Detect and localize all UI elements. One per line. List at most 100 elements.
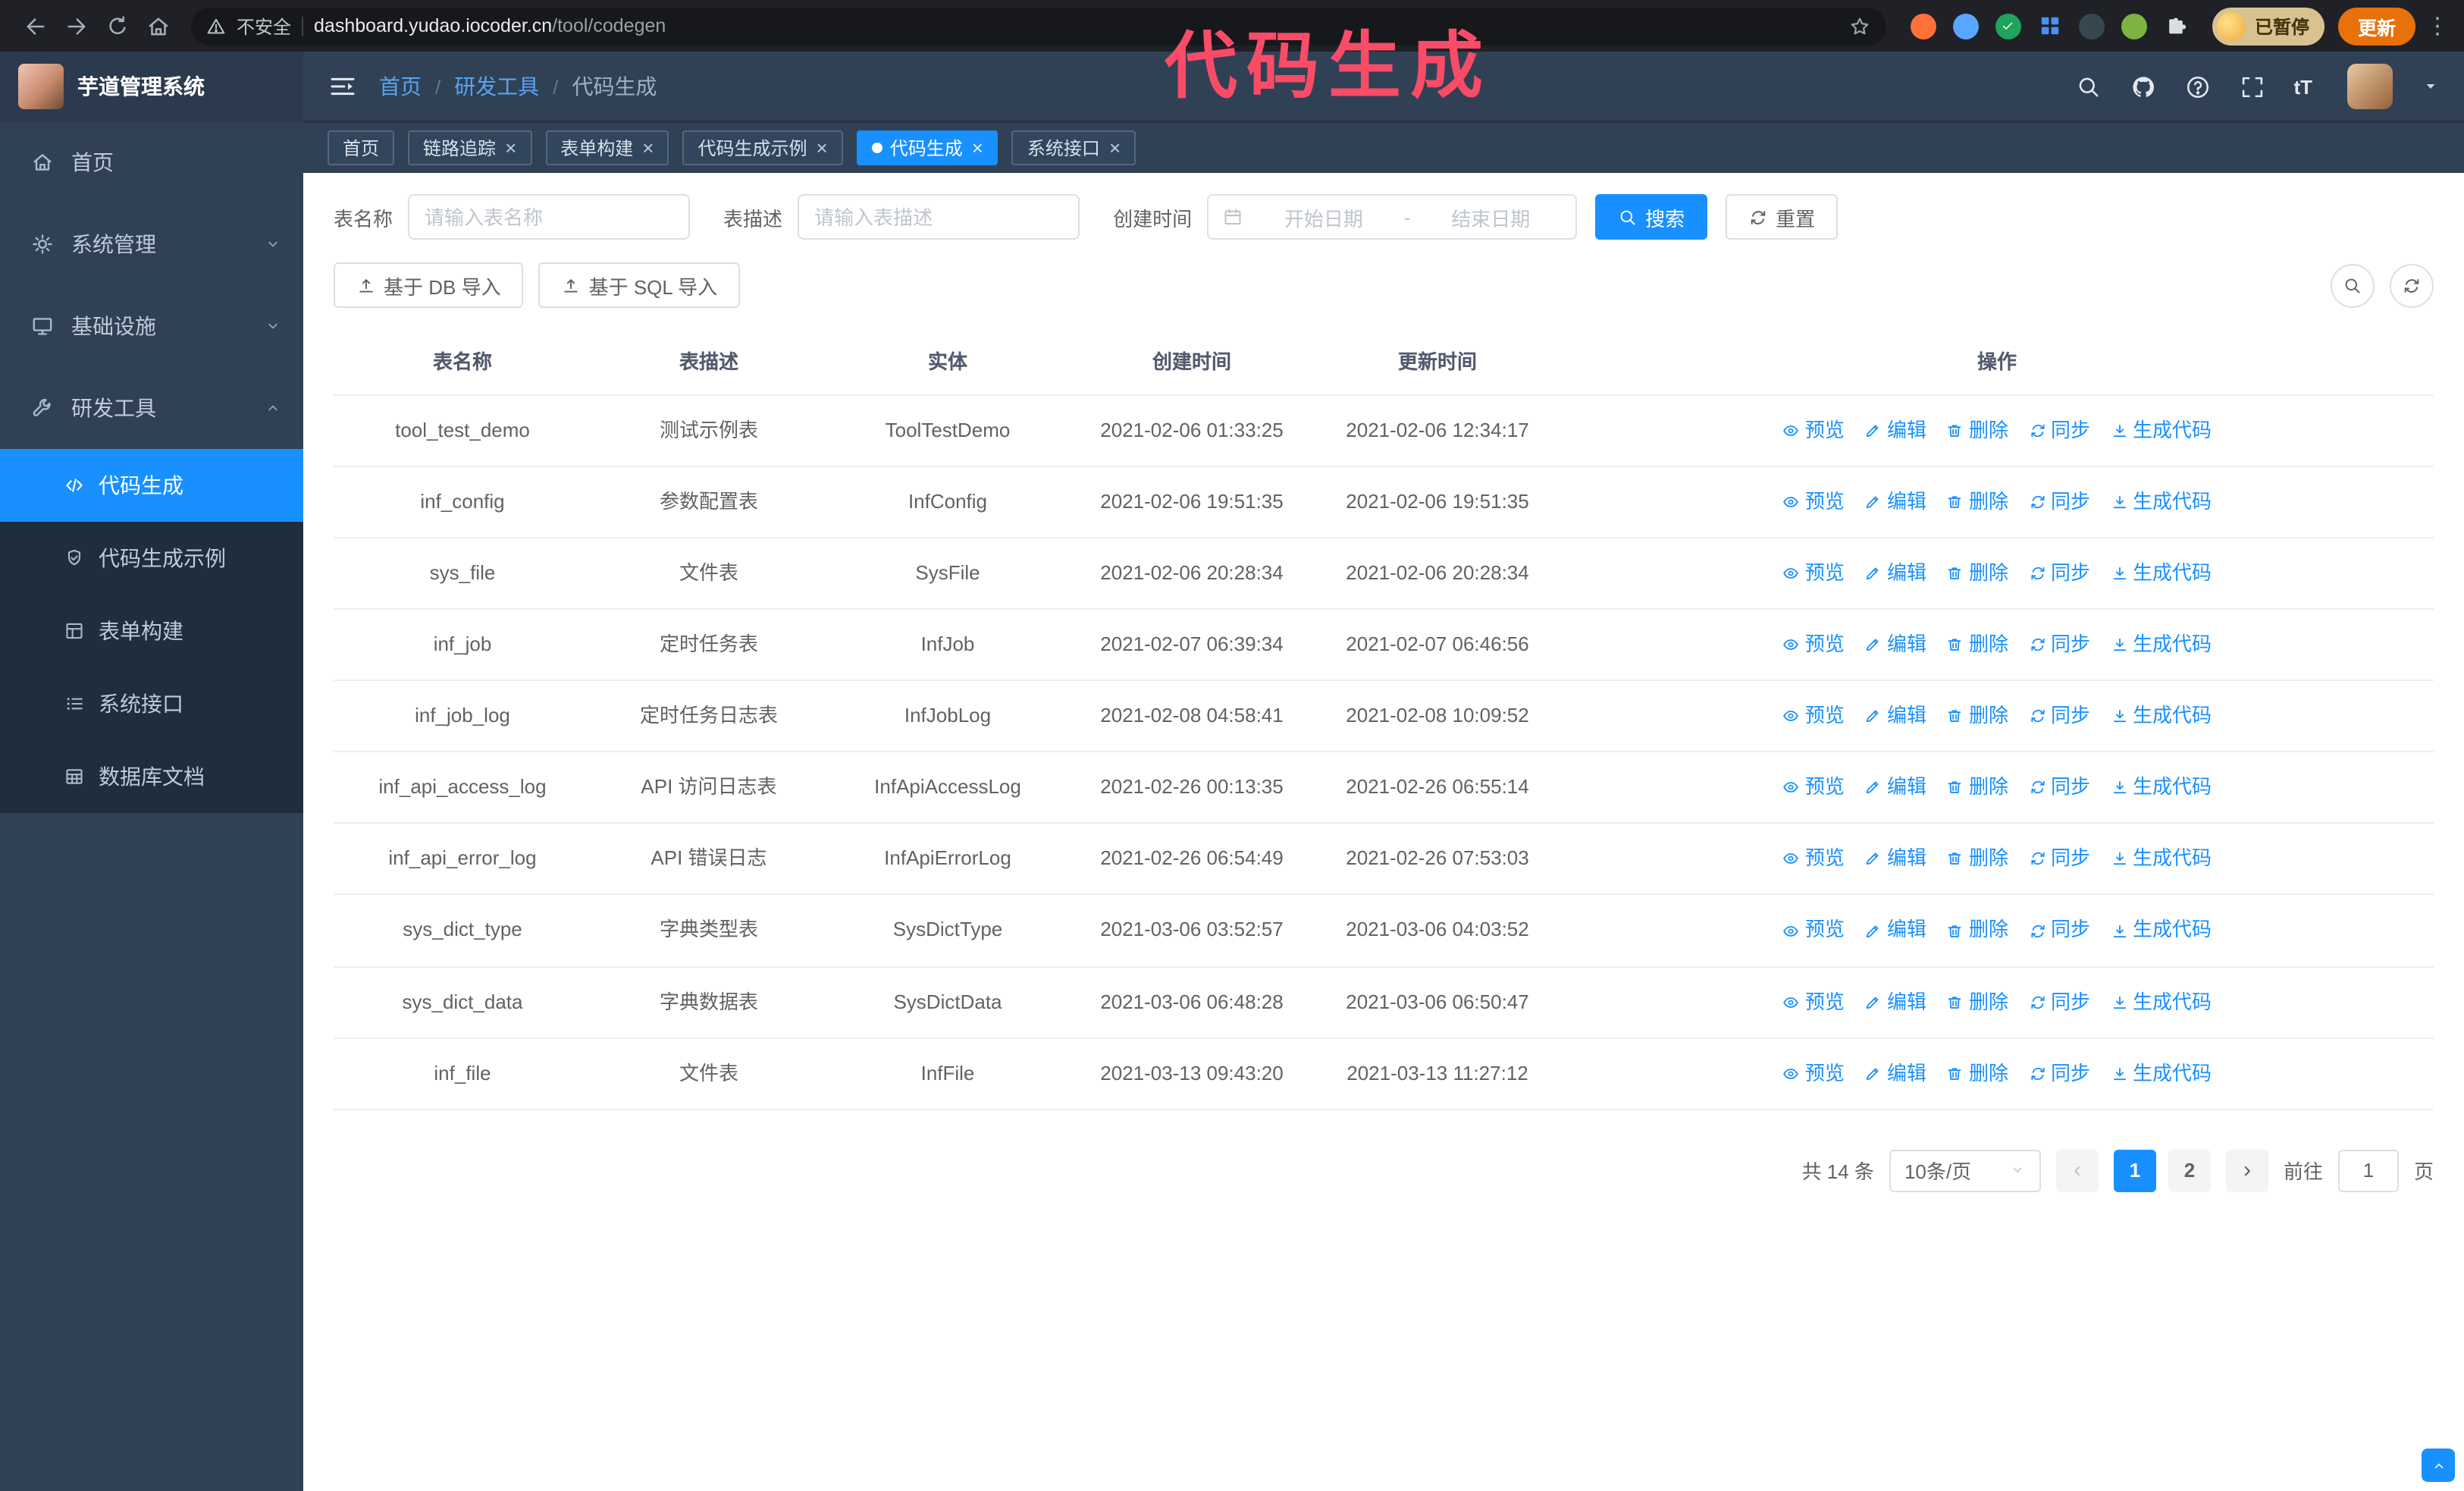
preview-link[interactable]: 预览: [1782, 701, 1845, 731]
sync-link[interactable]: 同步: [2028, 629, 2090, 660]
extension-icon[interactable]: [1910, 13, 1936, 39]
generate-link[interactable]: 生成代码: [2110, 772, 2212, 802]
goto-page-input[interactable]: [2337, 1149, 2399, 1192]
tag-form-builder[interactable]: 表单构建 ×: [545, 130, 669, 165]
tag-close-icon[interactable]: ×: [817, 138, 828, 158]
sync-link[interactable]: 同步: [2028, 915, 2090, 946]
page-button-2[interactable]: 2: [2168, 1149, 2211, 1192]
browser-menu-icon[interactable]: ⋮: [2426, 12, 2449, 39]
sidebar-item-db-doc[interactable]: 数据库文档: [0, 740, 303, 813]
extensions-puzzle-icon[interactable]: [2164, 14, 2188, 38]
generate-link[interactable]: 生成代码: [2110, 844, 2212, 874]
delete-link[interactable]: 删除: [1946, 987, 2008, 1017]
preview-link[interactable]: 预览: [1782, 486, 1845, 516]
tag-home[interactable]: 首页: [328, 130, 395, 165]
tag-close-icon[interactable]: ×: [642, 138, 654, 158]
tag-close-icon[interactable]: ×: [505, 138, 516, 158]
delete-link[interactable]: 删除: [1946, 701, 2008, 731]
breadcrumb-home[interactable]: 首页: [379, 71, 422, 102]
user-avatar[interactable]: [2347, 64, 2393, 109]
preview-link[interactable]: 预览: [1782, 844, 1845, 874]
font-size-icon[interactable]: tT: [2293, 75, 2312, 98]
preview-link[interactable]: 预览: [1782, 987, 1845, 1017]
tag-close-icon[interactable]: ×: [1109, 138, 1121, 158]
delete-link[interactable]: 删除: [1946, 486, 2008, 516]
browser-update-button[interactable]: 更新: [2337, 7, 2415, 45]
generate-link[interactable]: 生成代码: [2110, 701, 2212, 731]
app-logo[interactable]: 芋道管理系统: [0, 52, 303, 121]
preview-link[interactable]: 预览: [1782, 415, 1845, 445]
refresh-table-button[interactable]: [2390, 263, 2434, 307]
reset-button[interactable]: 重置: [1726, 194, 1839, 240]
edit-link[interactable]: 编辑: [1864, 987, 1926, 1017]
breadcrumb-devtools[interactable]: 研发工具: [454, 71, 539, 102]
github-icon[interactable]: [2130, 74, 2155, 99]
sync-link[interactable]: 同步: [2028, 772, 2090, 802]
edit-link[interactable]: 编辑: [1864, 772, 1926, 802]
extension-icon[interactable]: [2121, 13, 2147, 39]
reload-button[interactable]: [97, 5, 138, 46]
generate-link[interactable]: 生成代码: [2110, 1059, 2212, 1089]
fullscreen-icon[interactable]: [2239, 74, 2265, 99]
sync-link[interactable]: 同步: [2028, 558, 2090, 589]
caret-down-icon[interactable]: [2422, 77, 2440, 96]
preview-link[interactable]: 预览: [1782, 558, 1845, 589]
forward-button[interactable]: [56, 5, 97, 46]
delete-link[interactable]: 删除: [1946, 415, 2008, 445]
preview-link[interactable]: 预览: [1782, 915, 1845, 946]
sync-link[interactable]: 同步: [2028, 844, 2090, 874]
generate-link[interactable]: 生成代码: [2110, 629, 2212, 660]
import-db-button[interactable]: 基于 DB 导入: [334, 262, 524, 308]
search-icon[interactable]: [2075, 74, 2101, 99]
edit-link[interactable]: 编辑: [1864, 915, 1926, 946]
table-name-input[interactable]: [408, 194, 691, 240]
sidebar-item-codegen-example[interactable]: 代码生成示例: [0, 522, 303, 595]
profile-chip[interactable]: 已暂停: [2212, 7, 2324, 45]
extension-icon[interactable]: [1952, 13, 1979, 39]
table-desc-input[interactable]: [798, 194, 1080, 240]
delete-link[interactable]: 删除: [1946, 1059, 2008, 1089]
prev-page-button[interactable]: ‹: [2055, 1149, 2099, 1192]
sidebar-item-form-builder[interactable]: 表单构建: [0, 595, 303, 667]
sync-link[interactable]: 同步: [2028, 701, 2090, 731]
edit-link[interactable]: 编辑: [1864, 844, 1926, 874]
extension-grid-icon[interactable]: [2038, 14, 2062, 38]
edit-link[interactable]: 编辑: [1864, 486, 1926, 516]
toggle-search-button[interactable]: [2331, 263, 2375, 307]
extension-icon[interactable]: [2078, 13, 2105, 39]
bookmark-star-icon[interactable]: [1848, 14, 1871, 37]
edit-link[interactable]: 编辑: [1864, 629, 1926, 660]
tag-system-api[interactable]: 系统接口 ×: [1011, 130, 1136, 165]
edit-link[interactable]: 编辑: [1864, 415, 1926, 445]
generate-link[interactable]: 生成代码: [2110, 415, 2212, 445]
generate-link[interactable]: 生成代码: [2110, 558, 2212, 589]
sync-link[interactable]: 同步: [2028, 1059, 2090, 1089]
delete-link[interactable]: 删除: [1946, 772, 2008, 802]
delete-link[interactable]: 删除: [1946, 844, 2008, 874]
sidebar-item-codegen[interactable]: 代码生成: [0, 449, 303, 522]
page-size-select[interactable]: 10条/页: [1889, 1149, 2041, 1192]
help-icon[interactable]: [2184, 74, 2210, 99]
tag-codegen-example[interactable]: 代码生成示例 ×: [682, 130, 843, 165]
sidebar-item-system[interactable]: 系统管理: [0, 203, 303, 285]
home-button[interactable]: [138, 5, 179, 46]
sync-link[interactable]: 同步: [2028, 486, 2090, 516]
sidebar-item-home[interactable]: 首页: [0, 121, 303, 203]
preview-link[interactable]: 预览: [1782, 629, 1845, 660]
delete-link[interactable]: 删除: [1946, 629, 2008, 660]
preview-link[interactable]: 预览: [1782, 772, 1845, 802]
backtop-button[interactable]: [2422, 1449, 2455, 1482]
sidebar-item-devtools[interactable]: 研发工具: [0, 367, 303, 449]
sidebar-item-system-api[interactable]: 系统接口: [0, 667, 303, 740]
edit-link[interactable]: 编辑: [1864, 701, 1926, 731]
generate-link[interactable]: 生成代码: [2110, 915, 2212, 946]
delete-link[interactable]: 删除: [1946, 558, 2008, 589]
tag-codegen[interactable]: 代码生成 ×: [856, 130, 998, 165]
page-button-1[interactable]: 1: [2113, 1149, 2156, 1192]
import-sql-button[interactable]: 基于 SQL 导入: [538, 262, 741, 308]
preview-link[interactable]: 预览: [1782, 1059, 1845, 1089]
address-bar[interactable]: 不安全 dashboard.yudao.iocoder.cn/tool/code…: [191, 7, 1886, 45]
sync-link[interactable]: 同步: [2028, 987, 2090, 1017]
extension-check-icon[interactable]: [1995, 13, 2021, 39]
edit-link[interactable]: 编辑: [1864, 1059, 1926, 1089]
